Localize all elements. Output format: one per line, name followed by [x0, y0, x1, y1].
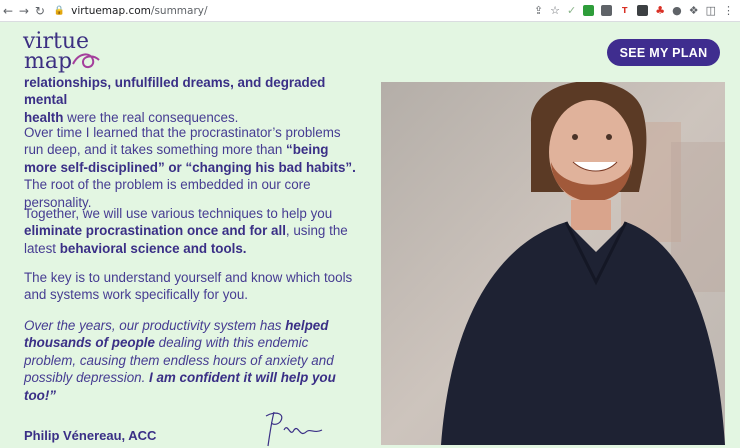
checkmark-extension-icon[interactable]: ✓: [567, 4, 576, 17]
consequences-text: were the real consequences.: [63, 109, 239, 125]
handwritten-signature: [265, 411, 323, 447]
paragraph-key: The key is to understand yourself and kn…: [24, 270, 353, 303]
consequences-bold: health: [24, 109, 64, 125]
techniques-bold-2: behavioral science and tools.: [59, 240, 247, 256]
paragraph-root-cause: Over time I learned that the procrastina…: [24, 124, 362, 211]
paragraph-consequences: relationships, unfulfilled dreams, and d…: [24, 74, 362, 126]
url-path: /summary/: [150, 4, 208, 17]
tp-extension-icon[interactable]: T: [619, 5, 631, 16]
forward-arrow-icon[interactable]: →: [16, 0, 32, 22]
menu-kebab-icon[interactable]: ⋮: [723, 4, 734, 17]
address-bar[interactable]: 🔒 virtuemap.com/summary/: [54, 2, 534, 20]
lock-icon: 🔒: [53, 5, 66, 16]
browser-toolbar: ← → ↻ 🔒 virtuemap.com/summary/ ⇪ ☆ ✓ T ♣…: [0, 0, 740, 22]
techniques-text: Together, we will use various techniques…: [24, 206, 333, 221]
techniques-bold-1: eliminate procrastination once and for a…: [24, 223, 286, 239]
reload-icon[interactable]: ↻: [32, 0, 48, 22]
side-panel-icon[interactable]: ◫: [706, 4, 716, 17]
document-extension-icon[interactable]: [601, 5, 613, 16]
url-host: virtuemap.com: [71, 4, 151, 17]
site-header: virtue map SEE MY PLAN: [0, 22, 740, 82]
send-extension-icon[interactable]: [637, 5, 649, 16]
see-my-plan-button[interactable]: SEE MY PLAN: [607, 39, 720, 66]
founder-photo: [381, 82, 725, 445]
profile-extension-icon[interactable]: ●: [672, 4, 682, 17]
red-extension-icon[interactable]: ♣: [655, 4, 665, 17]
virtuemap-logo[interactable]: virtue map: [23, 31, 105, 78]
puzzle-extensions-icon[interactable]: ❖: [689, 4, 699, 17]
consequences-bold-lead: relationships, unfulfilled dreams, and d…: [24, 75, 326, 108]
logo-swirl-icon: [72, 53, 100, 68]
back-arrow-icon[interactable]: ←: [0, 0, 16, 22]
signer-name: Philip Vénereau, ACC: [24, 428, 157, 443]
bookmark-star-icon[interactable]: ☆: [550, 4, 560, 17]
share-icon[interactable]: ⇪: [534, 4, 543, 17]
paragraph-testimonial: Over the years, our productivity system …: [24, 317, 362, 404]
green-extension-icon[interactable]: [583, 5, 595, 16]
testimonial-text: Over the years, our productivity system …: [24, 318, 286, 333]
paragraph-techniques: Together, we will use various techniques…: [24, 205, 362, 257]
founder-portrait-image: [381, 82, 725, 445]
